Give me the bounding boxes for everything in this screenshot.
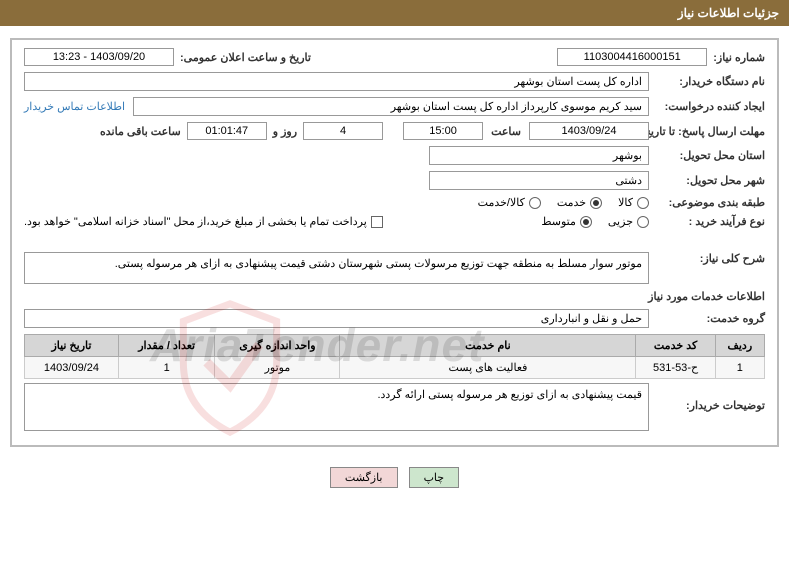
deadline-date-value: 1403/09/24 — [529, 122, 649, 140]
creator-label: ایجاد کننده درخواست: — [655, 100, 765, 113]
radio-icon — [529, 197, 541, 209]
th-date: تاریخ نیاز — [25, 335, 119, 357]
time-remaining-value: 01:01:47 — [187, 122, 267, 140]
buyer-contact-link[interactable]: اطلاعات تماس خریدار — [24, 100, 125, 113]
need-number-value: 1103004416000151 — [557, 48, 707, 66]
remaining-label: ساعت باقی مانده — [100, 125, 181, 138]
service-info-title: اطلاعات خدمات مورد نیاز — [24, 290, 765, 303]
treasury-checkbox[interactable] — [371, 216, 383, 228]
main-info-panel: شماره نیاز: 1103004416000151 تاریخ و ساع… — [10, 38, 779, 447]
announce-date-label: تاریخ و ساعت اعلان عمومی: — [180, 51, 311, 64]
service-group-value: حمل و نقل و انبارداری — [24, 309, 649, 328]
purchase-type-label: نوع فرآیند خرید : — [655, 215, 765, 228]
treasury-label: پرداخت تمام یا بخشی از مبلغ خرید،از محل … — [24, 215, 367, 228]
province-value: بوشهر — [429, 146, 649, 165]
cell-code: ح-53-531 — [636, 357, 715, 379]
radio-medium[interactable]: متوسط — [541, 215, 592, 228]
description-label: شرح کلی نیاز: — [655, 252, 765, 265]
announce-date-value: 1403/09/20 - 13:23 — [24, 48, 174, 66]
days-and-label: روز و — [273, 125, 297, 138]
province-label: استان محل تحویل: — [655, 149, 765, 162]
header-title: جزئیات اطلاعات نیاز — [678, 6, 779, 20]
cell-date: 1403/09/24 — [25, 357, 119, 379]
radio-goods[interactable]: کالا — [618, 196, 649, 209]
city-label: شهر محل تحویل: — [655, 174, 765, 187]
radio-icon — [637, 216, 649, 228]
cell-name: فعالیت های پست — [340, 357, 636, 379]
deadline-label: مهلت ارسال پاسخ: تا تاریخ: — [655, 125, 765, 138]
radio-icon — [580, 216, 592, 228]
print-button[interactable]: چاپ — [409, 467, 460, 488]
back-button[interactable]: بازگشت — [330, 467, 398, 488]
need-number-label: شماره نیاز: — [713, 51, 765, 64]
radio-service[interactable]: خدمت — [557, 196, 602, 209]
th-qty: تعداد / مقدار — [118, 335, 215, 357]
radio-icon — [590, 197, 602, 209]
th-row: ردیف — [715, 335, 764, 357]
time-word-label: ساعت — [491, 125, 521, 138]
creator-value: سید کریم موسوی کارپرداز اداره کل پست است… — [133, 97, 649, 116]
th-code: کد خدمت — [636, 335, 715, 357]
radio-both[interactable]: کالا/خدمت — [478, 196, 541, 209]
th-name: نام خدمت — [340, 335, 636, 357]
cell-qty: 1 — [118, 357, 215, 379]
radio-minor[interactable]: جزیی — [608, 215, 649, 228]
deadline-time-value: 15:00 — [403, 122, 483, 140]
buyer-notes-value: قیمت پیشنهادی به ازای توزیع هر مرسوله پس… — [24, 383, 649, 431]
th-unit: واحد اندازه گیری — [215, 335, 340, 357]
panel-header: جزئیات اطلاعات نیاز — [0, 0, 789, 26]
cell-unit: موتور — [215, 357, 340, 379]
services-table: ردیف کد خدمت نام خدمت واحد اندازه گیری ت… — [24, 334, 765, 379]
radio-icon — [637, 197, 649, 209]
cell-row: 1 — [715, 357, 764, 379]
buyer-notes-label: توضیحات خریدار: — [655, 383, 765, 412]
category-label: طبقه بندی موضوعی: — [655, 196, 765, 209]
buyer-org-value: اداره کل پست استان بوشهر — [24, 72, 649, 91]
days-remaining-value: 4 — [303, 122, 383, 140]
city-value: دشتی — [429, 171, 649, 190]
table-row: 1 ح-53-531 فعالیت های پست موتور 1 1403/0… — [25, 357, 765, 379]
buyer-org-label: نام دستگاه خریدار: — [655, 75, 765, 88]
service-group-label: گروه خدمت: — [655, 312, 765, 325]
description-value: موتور سوار مسلط به منطقه جهت توزیع مرسول… — [24, 252, 649, 284]
